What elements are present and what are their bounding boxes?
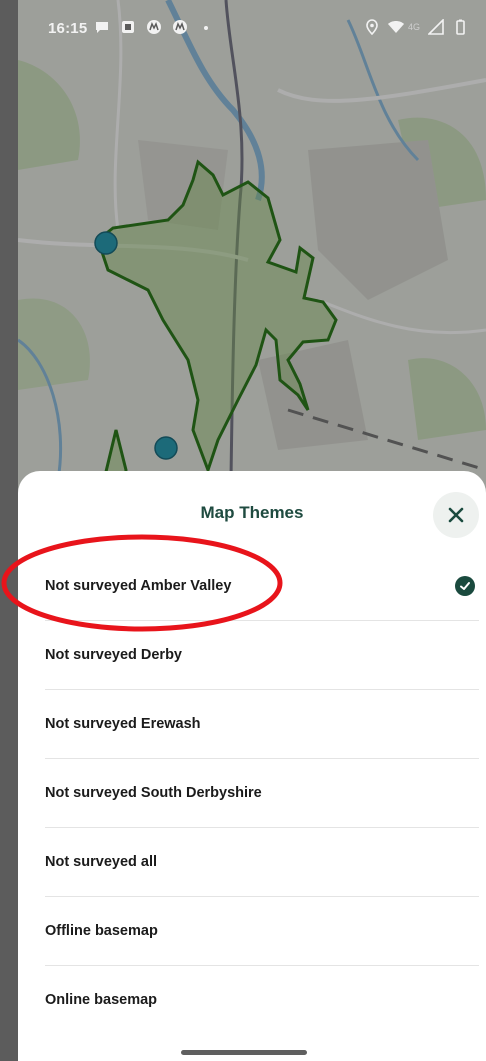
sheet-title: Map Themes	[200, 503, 304, 522]
home-indicator[interactable]	[181, 1050, 307, 1055]
motorola-icon	[147, 20, 161, 34]
theme-item-label: Not surveyed Derby	[45, 647, 182, 663]
theme-item-not-surveyed-erewash[interactable]: Not surveyed Erewash	[45, 690, 479, 759]
battery-icon	[456, 19, 465, 35]
motorola-icon	[173, 20, 187, 34]
theme-list: Not surveyed Amber Valley Not surveyed D…	[45, 552, 479, 1034]
theme-item-not-surveyed-south-derbyshire[interactable]: Not surveyed South Derbyshire	[45, 759, 479, 828]
theme-item-not-surveyed-all[interactable]: Not surveyed all	[45, 828, 479, 897]
phone-screen: 16:15 4G Map Themes Not surveyed Amber V…	[18, 0, 486, 1061]
theme-item-label: Online basemap	[45, 992, 158, 1008]
theme-item-label: Not surveyed Erewash	[45, 716, 201, 732]
theme-item-offline-basemap[interactable]: Offline basemap	[45, 897, 479, 966]
theme-item-label: Not surveyed South Derbyshire	[45, 785, 262, 801]
theme-item-not-surveyed-amber-valley[interactable]: Not surveyed Amber Valley	[45, 552, 479, 621]
theme-item-label: Not surveyed all	[45, 854, 158, 870]
signal-icon	[428, 19, 444, 35]
system-icons: 4G	[364, 19, 468, 35]
location-icon	[366, 19, 378, 35]
theme-item-label: Offline basemap	[45, 923, 158, 939]
map-themes-sheet: Map Themes Not surveyed Amber Valley Not…	[18, 471, 486, 1061]
message-icon	[96, 22, 108, 33]
app-icon	[122, 21, 134, 33]
close-icon	[448, 507, 464, 523]
notification-icons	[94, 19, 214, 35]
theme-item-not-surveyed-derby[interactable]: Not surveyed Derby	[45, 621, 479, 690]
theme-item-online-basemap[interactable]: Online basemap	[45, 966, 479, 1034]
status-bar: 16:15 4G	[18, 0, 486, 60]
dot-icon	[204, 26, 208, 30]
wifi-icon	[387, 21, 404, 33]
network-label: 4G	[407, 22, 420, 32]
checkmark-icon	[455, 576, 475, 596]
status-time: 16:15	[48, 20, 88, 37]
close-button[interactable]	[433, 492, 479, 538]
theme-item-label: Not surveyed Amber Valley	[45, 578, 232, 594]
